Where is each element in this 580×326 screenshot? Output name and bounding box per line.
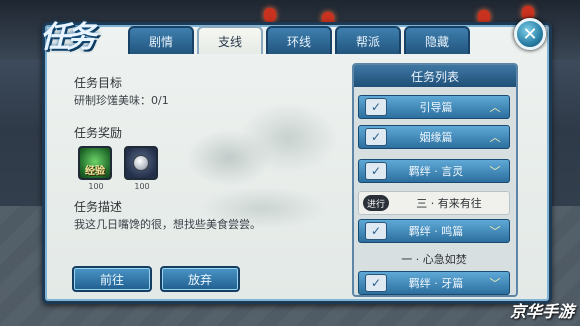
chevron-up-icon: ︿ [489,131,501,144]
check-icon: ✓ [365,222,387,240]
task-group-guide[interactable]: ✓ 引导篇 ︿ [358,95,510,119]
quest-window-logo: 任务 [40,20,96,55]
quest-description-label: 任务描述 [74,200,123,214]
quest-reward-label: 任务奖励 [74,126,123,140]
exp-icon: 经验 [78,146,112,180]
reward-exp-count: 100 [88,182,104,191]
chevron-down-icon: ﹀ [489,225,501,238]
abandon-button[interactable]: 放弃 [160,266,240,292]
tab-loop-quest[interactable]: 环线 [266,26,332,54]
task-group-bond-ya[interactable]: ✓ 羁绊 · 牙篇 ﹀ [358,271,510,295]
task-list: 任务列表 ✓ 引导篇 ︿ ✓ 姻缘篇 ︿ ✓ 羁绊 · 言灵 ﹀ 进行 三 · … [352,63,518,297]
chevron-up-icon: ︿ [489,101,501,114]
close-icon: ✕ [522,23,538,45]
task-group-romance[interactable]: ✓ 姻缘篇 ︿ [358,125,510,149]
quest-description-text: 我这几日嘴馋的很，想找些美食尝尝。 [74,218,261,231]
chevron-down-icon: ﹀ [489,277,501,290]
reward-silver-count: 100 [134,182,150,191]
in-progress-badge: 进行 [363,195,389,211]
task-group-bond-yanling[interactable]: ✓ 羁绊 · 言灵 ﹀ [358,159,510,183]
tab-main-story[interactable]: 剧情 [128,26,194,54]
quest-details: 任务目标 研制珍馐美味：0/1 任务奖励 经验 100 100 任务描述 我这几… [58,58,348,290]
close-button[interactable]: ✕ [514,18,546,50]
quest-goal-value: 研制珍馐美味：0/1 [74,94,169,107]
watermark: 京华手游 [509,302,574,321]
chevron-down-icon: ﹀ [489,165,501,178]
check-icon: ✓ [365,162,387,180]
reward-exp[interactable]: 经验 100 [78,146,114,191]
silver-coins-icon [124,146,158,180]
quest-goal-label: 任务目标 [74,76,123,90]
tab-guild-quest[interactable]: 帮派 [335,26,401,54]
check-icon: ✓ [365,98,387,116]
quest-tabs: 剧情 支线 环线 帮派 隐藏 [128,26,470,54]
go-button[interactable]: 前往 [72,266,152,292]
check-icon: ✓ [365,274,387,292]
check-icon: ✓ [365,128,387,146]
reward-silver[interactable]: 100 [124,146,160,191]
task-group-bond-ming[interactable]: ✓ 羁绊 · 鸣篇 ﹀ [358,219,510,243]
task-list-title: 任务列表 [354,65,516,87]
tab-hidden-quest[interactable]: 隐藏 [404,26,470,54]
tab-side-quest[interactable]: 支线 [197,26,263,54]
lantern-icon [264,8,276,22]
task-item-sub[interactable]: 一 · 心急如焚 [358,247,510,271]
task-item-active[interactable]: 进行 三 · 有来有往 [358,191,510,215]
